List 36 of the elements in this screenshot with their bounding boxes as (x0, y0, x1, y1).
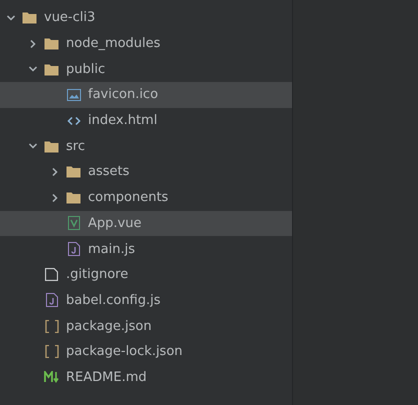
chevron-right-icon[interactable] (50, 166, 60, 177)
tree-item[interactable]: favicon.ico (0, 82, 292, 108)
image-icon (66, 88, 80, 101)
file-icon (45, 268, 58, 282)
tree-item[interactable]: README.md (0, 364, 292, 390)
chevron-right-icon[interactable] (50, 192, 60, 203)
chevron-down-icon[interactable] (6, 12, 16, 23)
code-brackets-icon (66, 116, 80, 126)
tree-item[interactable]: main.js (0, 236, 292, 262)
markdown-icon (44, 371, 59, 384)
folder-icon (44, 140, 59, 153)
vue-file-icon (68, 216, 80, 230)
tree-item[interactable]: components (0, 184, 292, 210)
tree-item[interactable]: App.vue (0, 210, 292, 236)
chevron-down-icon[interactable] (28, 64, 38, 74)
tree-item[interactable]: package.json (0, 313, 292, 339)
tree-item[interactable]: index.html (0, 108, 292, 134)
script-file-icon (46, 293, 58, 308)
folder-icon (66, 165, 81, 178)
tree-item[interactable]: public (0, 56, 292, 82)
folder-icon (44, 62, 59, 76)
chevron-down-icon[interactable] (28, 141, 38, 152)
folder-icon (66, 191, 81, 204)
folder-icon (44, 37, 59, 50)
tree-item[interactable]: package-lock.json (0, 338, 292, 365)
tree-item[interactable]: vue-cli3 (0, 5, 292, 31)
script-file-icon (68, 242, 80, 256)
tree-item[interactable]: .gitignore (0, 262, 292, 288)
tree-item[interactable]: node_modules (0, 30, 292, 56)
tree-item[interactable]: assets (0, 159, 292, 185)
chevron-right-icon[interactable] (28, 38, 38, 49)
square-brackets-icon (44, 345, 58, 358)
tree-item[interactable]: babel.config.js (0, 288, 292, 314)
tree-item[interactable]: src (0, 133, 292, 160)
folder-icon (22, 11, 37, 24)
square-brackets-icon (44, 320, 58, 333)
